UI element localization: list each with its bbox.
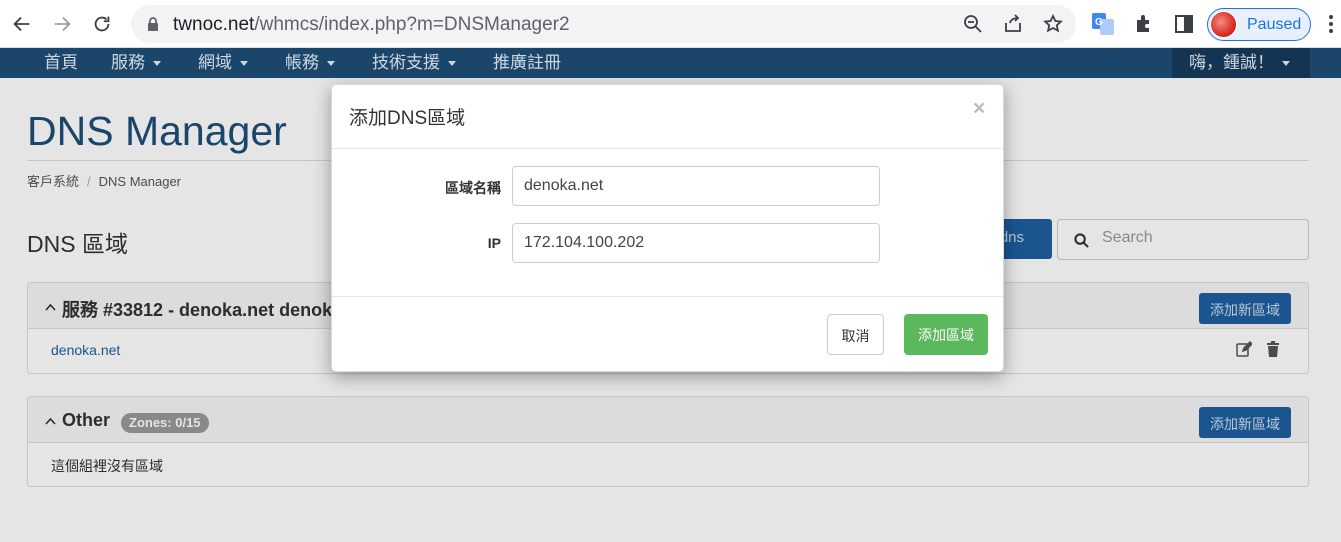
translate-extension-icon[interactable]: G [1092, 13, 1114, 35]
zone-name-input[interactable] [512, 166, 880, 206]
profile-button[interactable]: Paused [1207, 8, 1311, 41]
forward-icon[interactable] [48, 10, 76, 38]
share-icon[interactable] [1003, 14, 1023, 34]
address-bar[interactable]: twnoc.net/whmcs/index.php?m=DNSManager2 [131, 5, 1076, 43]
zone-name-label: 區域名稱 [445, 180, 501, 196]
side-panel-icon[interactable] [1173, 13, 1195, 35]
modal-header-divider [332, 148, 1003, 149]
browser-menu-icon[interactable] [1328, 14, 1334, 34]
back-icon[interactable] [8, 10, 36, 38]
reload-icon[interactable] [88, 10, 116, 38]
add-zone-submit-button[interactable]: 添加區域 [904, 314, 988, 355]
extensions-puzzle-icon[interactable] [1133, 13, 1155, 35]
bookmark-star-icon[interactable] [1043, 14, 1063, 34]
lock-icon [148, 17, 158, 31]
zoom-icon[interactable] [963, 14, 983, 34]
add-dns-zone-modal: 添加DNS區域 × 區域名稱 IP 取消 添加區域 [331, 84, 1004, 372]
ip-input[interactable] [512, 223, 880, 263]
svg-text:G: G [1095, 17, 1103, 28]
profile-status: Paused [1247, 16, 1302, 33]
ip-label: IP [487, 235, 501, 251]
cancel-button[interactable]: 取消 [827, 314, 884, 355]
modal-title: 添加DNS區域 [349, 108, 466, 129]
avatar [1210, 11, 1237, 38]
modal-footer-divider [332, 296, 1003, 297]
close-icon[interactable]: × [973, 97, 985, 121]
url-text: twnoc.net/whmcs/index.php?m=DNSManager2 [173, 14, 570, 35]
browser-toolbar: twnoc.net/whmcs/index.php?m=DNSManager2 … [0, 0, 1341, 48]
